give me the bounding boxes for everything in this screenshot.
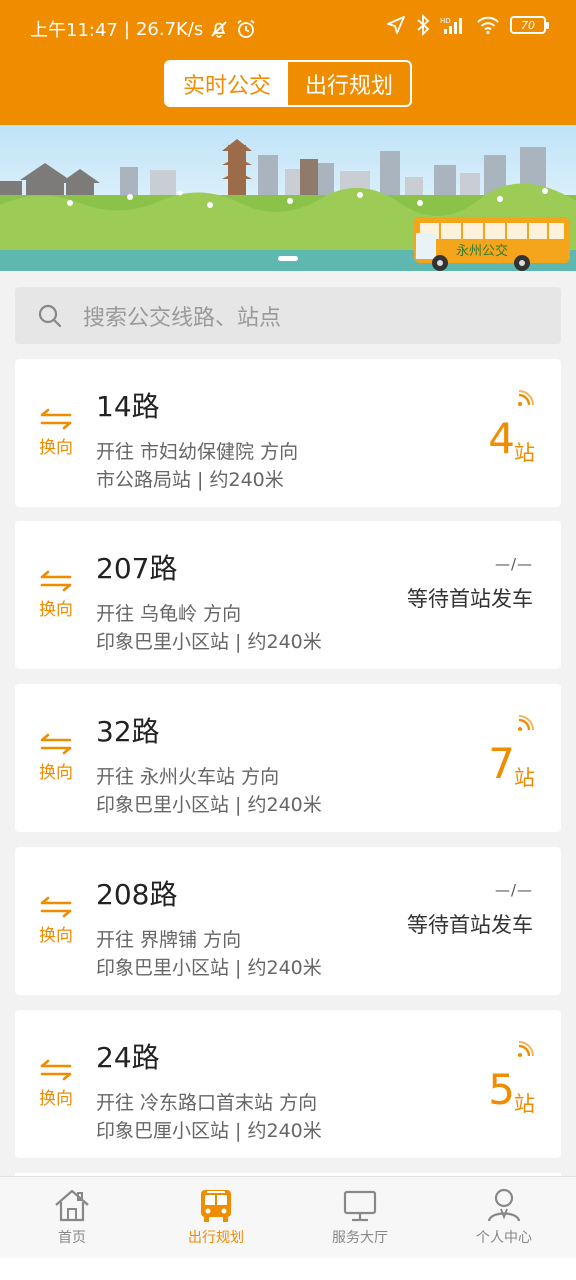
- status-speed: 26.7K/s: [135, 18, 204, 40]
- route-stop: 印象巴厘小区站 | 约240米: [96, 1120, 322, 1142]
- stations-away-count: 5: [488, 1065, 515, 1114]
- route-stop: 印象巴里小区站 | 约240米: [96, 957, 322, 979]
- swap-label: 换向: [39, 600, 73, 620]
- tab-trip-planning[interactable]: 出行规划: [288, 62, 410, 105]
- swap-arrows-icon: [40, 1059, 72, 1081]
- route-direction: 开往 冷东路口首末站 方向: [96, 1092, 318, 1114]
- route-direction: 开往 界牌铺 方向: [96, 929, 242, 951]
- route-name: 32路: [96, 715, 160, 748]
- app-header: 上午11:47 | 26.7K/s HD 70 实时公交 出行规划: [0, 0, 576, 125]
- alarm-clock-icon: [237, 19, 255, 38]
- route-direction: 开往 乌龟岭 方向: [96, 603, 242, 625]
- route-stop: 印象巴里小区站 | 约240米: [96, 794, 322, 816]
- bus-livery-text: 永州公交: [456, 243, 508, 259]
- swap-direction-button[interactable]: 换向: [39, 569, 73, 620]
- stations-away-count: 4: [488, 414, 515, 463]
- route-stop: 市公路局站 | 约240米: [96, 469, 284, 491]
- tab-personal-center-label: 个人中心: [476, 1230, 532, 1246]
- realtime-signal-icon: [518, 1041, 534, 1057]
- search-bar[interactable]: 搜索公交线路、站点: [15, 287, 561, 344]
- cellular-signal-icon: HD: [440, 17, 462, 34]
- svg-text:HD: HD: [440, 17, 451, 25]
- route-card-24[interactable]: 换向 24路 开往 冷东路口首末站 方向 印象巴厘小区站 | 约240米 5 站: [15, 1010, 561, 1158]
- search-icon: [38, 304, 62, 327]
- swap-arrows-icon: [40, 896, 72, 918]
- tab-trip-planning-label: 出行规划: [188, 1230, 244, 1246]
- mode-toggle: 实时公交 出行规划: [164, 60, 412, 107]
- banner-page-indicator: [278, 256, 298, 261]
- route-name: 207路: [96, 552, 178, 585]
- route-card-14[interactable]: 换向 14路 开往 市妇幼保健院 方向 市公路局站 | 约240米 4 站: [15, 359, 561, 507]
- location-arrow-icon: [387, 16, 405, 34]
- stations-unit: 站: [514, 1092, 535, 1116]
- swap-label: 换向: [39, 763, 73, 783]
- tab-service-hall-label: 服务大厅: [332, 1230, 388, 1246]
- status-bar: 上午11:47 | 26.7K/s HD 70: [0, 0, 576, 56]
- waiting-status: 等待首站发车: [407, 587, 533, 611]
- swap-direction-button[interactable]: 换向: [39, 732, 73, 783]
- swap-label: 换向: [39, 438, 73, 458]
- status-time: 上午11:47: [30, 20, 118, 41]
- bus-icon: [201, 1190, 231, 1222]
- monitor-icon: [343, 1190, 377, 1222]
- stations-unit: 站: [514, 441, 535, 465]
- route-name: 208路: [96, 878, 178, 911]
- waiting-status: 等待首站发车: [407, 913, 533, 937]
- tab-personal-center[interactable]: 个人中心: [432, 1177, 576, 1258]
- route-direction: 开往 市妇幼保健院 方向: [96, 441, 299, 463]
- tab-home-label: 首页: [58, 1230, 86, 1246]
- swap-direction-button[interactable]: 换向: [39, 895, 73, 946]
- stations-unit: 站: [514, 766, 535, 790]
- stations-away-count: 7: [488, 739, 515, 788]
- no-signal-dash: —/—: [494, 881, 533, 899]
- realtime-signal-icon: [518, 390, 534, 406]
- tab-realtime-bus[interactable]: 实时公交: [166, 62, 288, 105]
- route-card-32[interactable]: 换向 32路 开往 永州火车站 方向 印象巴里小区站 | 约240米 7 站: [15, 684, 561, 832]
- banner-illustration: 永州公交: [0, 139, 576, 271]
- route-card-208[interactable]: 换向 208路 开往 界牌铺 方向 印象巴里小区站 | 约240米 —/— 等待…: [15, 847, 561, 995]
- wifi-icon: [477, 16, 499, 35]
- swap-direction-button[interactable]: 换向: [39, 407, 73, 458]
- tab-service-hall[interactable]: 服务大厅: [288, 1177, 432, 1258]
- swap-direction-button[interactable]: 换向: [39, 1058, 73, 1109]
- route-stop: 印象巴里小区站 | 约240米: [96, 631, 322, 653]
- battery-indicator: 70: [510, 16, 549, 34]
- realtime-signal-icon: [518, 715, 534, 731]
- bottom-safe-area: [0, 1258, 576, 1280]
- person-icon: [487, 1188, 521, 1222]
- route-card-207[interactable]: 换向 207路 开往 乌龟岭 方向 印象巴里小区站 | 约240米 —/— 等待…: [15, 521, 561, 669]
- search-input[interactable]: 搜索公交线路、站点: [83, 300, 281, 332]
- status-separator: |: [123, 18, 130, 40]
- swap-arrows-icon: [40, 733, 72, 755]
- swap-arrows-icon: [40, 408, 72, 430]
- bottom-tab-bar: 首页 出行规划 服务大厅 个人中心: [0, 1176, 576, 1258]
- route-name: 24路: [96, 1041, 160, 1074]
- tab-trip-planning-nav[interactable]: 出行规划: [144, 1177, 288, 1258]
- swap-label: 换向: [39, 1089, 73, 1109]
- status-left: 上午11:47 | 26.7K/s: [30, 16, 257, 42]
- no-signal-dash: —/—: [494, 555, 533, 573]
- route-direction: 开往 永州火车站 方向: [96, 766, 280, 788]
- route-name: 14路: [96, 390, 160, 423]
- home-icon: [55, 1189, 89, 1222]
- status-right: HD 70: [386, 14, 549, 36]
- bluetooth-icon: [417, 14, 430, 36]
- promo-banner[interactable]: 永州公交: [0, 125, 576, 271]
- tab-home[interactable]: 首页: [0, 1177, 144, 1258]
- swap-label: 换向: [39, 926, 73, 946]
- mute-bell-icon: [211, 21, 227, 38]
- swap-arrows-icon: [40, 570, 72, 592]
